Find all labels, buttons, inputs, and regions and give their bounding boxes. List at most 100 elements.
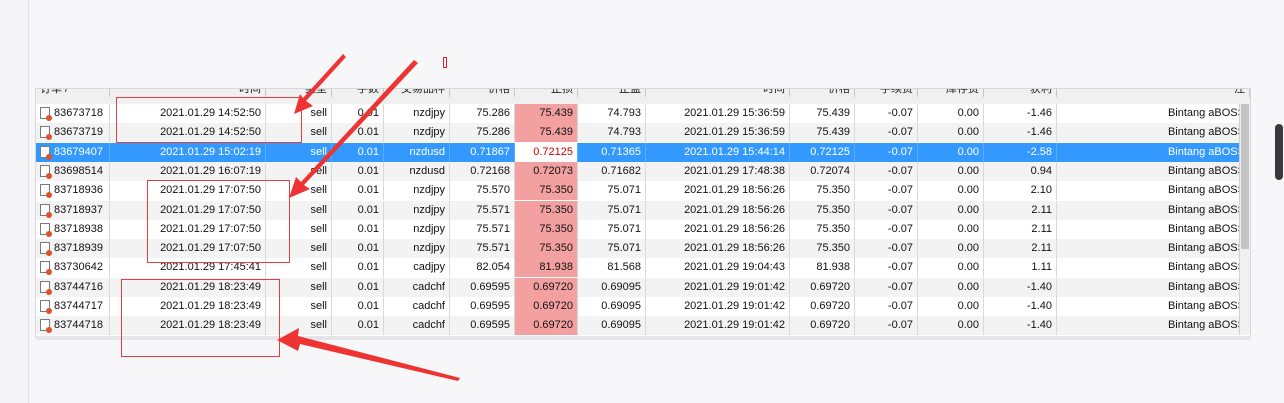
profit-cell: -1.40: [984, 316, 1057, 336]
order-number: 83718939: [54, 242, 103, 255]
close-price-cell: 75.350: [790, 181, 855, 201]
comment-cell: Bintang aBOSS: [1057, 142, 1250, 162]
order-document-icon: [40, 280, 52, 295]
comment-cell: Bintang aBOSS: [1057, 219, 1250, 239]
symbol-cell: cadjpy: [384, 258, 450, 278]
symbol-cell: cadchf: [384, 316, 450, 336]
header-profit-col[interactable]: 获利: [984, 89, 1057, 97]
commission-cell: -0.07: [855, 181, 918, 201]
close-price-cell: 75.350: [790, 239, 855, 259]
comment-cell: Bintang aBOSS: [1057, 200, 1250, 220]
order-document-icon: [40, 126, 52, 141]
stoploss-cell: 0.72125: [515, 142, 578, 162]
swap-cell: 0.00: [918, 239, 984, 259]
open-time-cell: 2021.01.29 16:07:19: [110, 161, 266, 181]
order-number: 83673719: [54, 126, 103, 139]
profit-cell: 2.11: [984, 239, 1057, 259]
stoploss-cell: 75.350: [515, 181, 578, 201]
symbol-cell: nzdusd: [384, 142, 450, 162]
header-comment-col[interactable]: 注: [1057, 89, 1250, 97]
order-document-icon: [40, 222, 52, 237]
symbol-cell: nzdjpy: [384, 219, 450, 239]
symbol-cell: nzdjpy: [384, 200, 450, 220]
table-vertical-scrollbar[interactable]: [1239, 104, 1250, 335]
symbol-cell: nzdjpy: [384, 123, 450, 143]
table-scrollbar-thumb[interactable]: [1241, 104, 1249, 249]
open-price-cell: 75.570: [450, 181, 515, 201]
open-price-cell: 0.69595: [450, 277, 515, 297]
header-order-col[interactable]: 订单 /: [36, 89, 110, 97]
close-price-cell: 0.69720: [790, 277, 855, 297]
header-lots-col[interactable]: 手数: [332, 89, 384, 97]
order-cell: 83698514: [36, 161, 110, 181]
symbol-cell: nzdjpy: [384, 181, 450, 201]
header-commission-col[interactable]: 手续费: [855, 89, 918, 97]
page-scrollbar-thumb[interactable]: [1275, 124, 1283, 180]
profit-cell: -1.40: [984, 297, 1057, 316]
takeprofit-cell: 75.071: [578, 239, 646, 259]
symbol-cell: cadchf: [384, 297, 450, 316]
order-number: 83698514: [54, 164, 103, 177]
swap-cell: 0.00: [918, 142, 984, 162]
open-price-cell: 75.286: [450, 123, 515, 143]
open-price-cell: 0.71867: [450, 142, 515, 162]
table-row[interactable]: 83698514 2021.01.29 16:07:19 sell 0.01 nzdus…: [36, 161, 1250, 181]
takeprofit-cell: 74.793: [578, 123, 646, 143]
stoploss-cell: 75.350: [515, 219, 578, 239]
header-close-price-col[interactable]: 价格: [790, 89, 855, 97]
close-price-cell: 75.439: [790, 104, 855, 123]
takeprofit-cell: 75.071: [578, 200, 646, 220]
comment-cell: Bintang aBOSS: [1057, 123, 1250, 143]
header-open-time-col[interactable]: 时间: [110, 89, 266, 97]
lots-cell: 0.01: [332, 258, 384, 278]
order-document-icon: [40, 203, 52, 218]
header-open-price-col[interactable]: 价格: [450, 89, 515, 97]
order-number: 83744718: [54, 319, 103, 332]
stoploss-cell: 75.439: [515, 104, 578, 123]
open-price-cell: 75.571: [450, 219, 515, 239]
open-price-cell: 0.72168: [450, 161, 515, 181]
header-close-time-col[interactable]: 时间: [646, 89, 790, 97]
takeprofit-cell: 0.71365: [578, 142, 646, 162]
symbol-cell: nzdjpy: [384, 239, 450, 259]
close-time-cell: 2021.01.29 15:36:59: [646, 104, 790, 123]
comment-cell: Bintang aBOSS: [1057, 297, 1250, 316]
stoploss-cell: 75.439: [515, 123, 578, 143]
lots-cell: 0.01: [332, 200, 384, 220]
header-swap-col[interactable]: 库存费: [918, 89, 984, 97]
open-price-cell: 0.69595: [450, 316, 515, 336]
header-symbol-col[interactable]: 交易品种: [384, 89, 450, 97]
lots-cell: 0.01: [332, 104, 384, 123]
header-takeprofit-col[interactable]: 止盈: [578, 89, 646, 97]
comment-cell: Bintang aBOSS: [1057, 104, 1250, 123]
swap-cell: 0.00: [918, 297, 984, 316]
header-type-col[interactable]: 类型: [266, 89, 332, 97]
header-stoploss-col[interactable]: 止损: [515, 89, 578, 97]
stoploss-cell: 0.69720: [515, 316, 578, 336]
order-document-icon: [40, 300, 52, 315]
close-price-cell: 0.72125: [790, 142, 855, 162]
close-price-cell: 75.350: [790, 200, 855, 220]
swap-cell: 0.00: [918, 316, 984, 336]
annotation-box-2: [147, 180, 290, 263]
comment-cell: Bintang aBOSS: [1057, 181, 1250, 201]
stoploss-cell: 0.69720: [515, 277, 578, 297]
lots-cell: 0.01: [332, 161, 384, 181]
comment-cell: Bintang aBOSS: [1057, 161, 1250, 181]
profit-cell: -1.40: [984, 277, 1057, 297]
profit-cell: -2.58: [984, 142, 1057, 162]
table-row[interactable]: 83679407 2021.01.29 15:02:19 sell 0.01 nzdus…: [36, 142, 1250, 162]
commission-cell: -0.07: [855, 316, 918, 336]
profit-cell: 0.94: [984, 161, 1057, 181]
stoploss-cell: 75.350: [515, 239, 578, 259]
stoploss-cell: 0.69720: [515, 297, 578, 316]
type-cell: sell: [266, 142, 332, 162]
close-time-cell: 2021.01.29 19:04:43: [646, 258, 790, 278]
lots-cell: 0.01: [332, 316, 384, 336]
commission-cell: -0.07: [855, 297, 918, 316]
commission-cell: -0.07: [855, 142, 918, 162]
close-price-cell: 0.72074: [790, 161, 855, 181]
commission-cell: -0.07: [855, 200, 918, 220]
close-time-cell: 2021.01.29 18:56:26: [646, 181, 790, 201]
profit-cell: -1.46: [984, 104, 1057, 123]
